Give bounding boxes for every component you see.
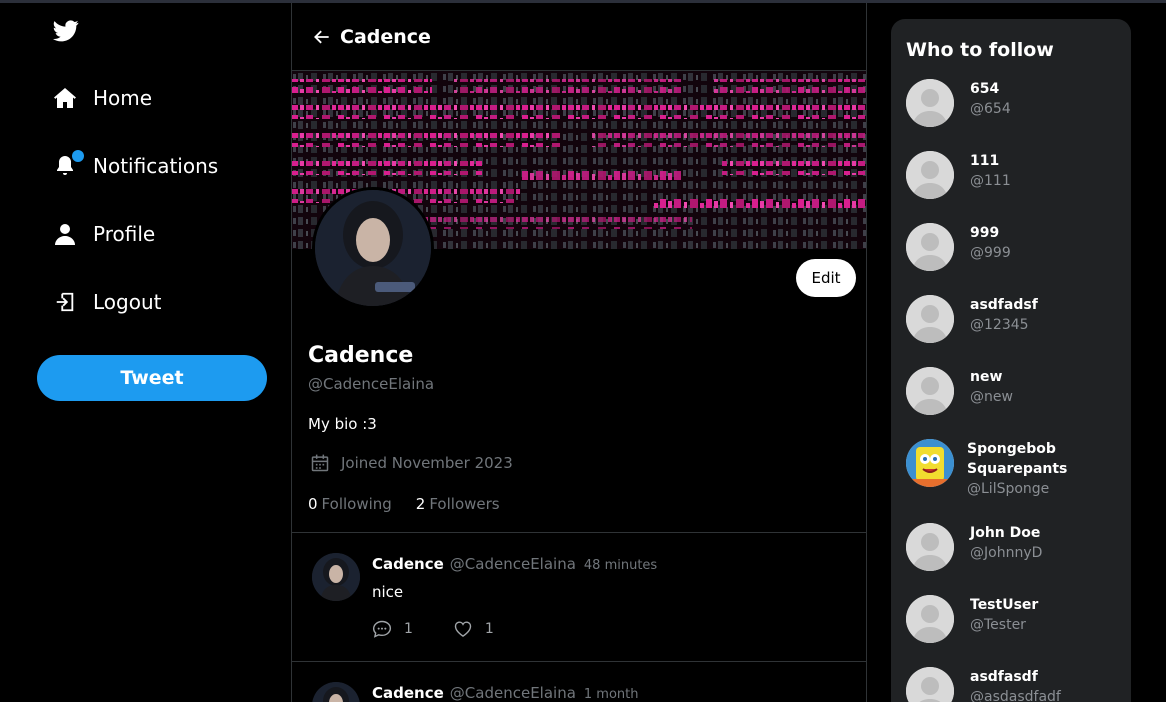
who-to-follow-panel: Who to follow 654 @654 111 @111 999 @999 asdfa… [891,19,1131,702]
who-to-follow-handle: @LilSponge [967,481,1050,497]
who-to-follow-name[interactable]: Spongebob Squarepants [967,439,1117,479]
who-to-follow-text: Spongebob Squarepants @LilSponge [967,439,1117,499]
tweet-header: Cadence @CadenceElaina 48 minutes [372,555,657,573]
who-to-follow-text: 654 @654 [970,79,1120,119]
who-to-follow-name[interactable]: John Doe [970,523,1120,543]
nav-item-logout[interactable]: Logout [52,282,161,322]
nav-item-home[interactable]: Home [52,78,152,118]
who-to-follow-text: asdfasdf @asdasdfadf [970,667,1120,702]
joined-text: Joined November 2023 [341,454,513,472]
who-to-follow-name[interactable]: 999 [970,223,1120,243]
tweet-timestamp: 48 minutes [583,558,658,573]
profile-header-bar: Cadence [292,3,866,71]
tweet-author-handle[interactable]: @CadenceElaina [450,555,576,573]
heart-icon [454,621,472,637]
tweet-item[interactable]: Cadence @CadenceElaina 48 minutes nice 1… [292,532,866,661]
who-to-follow-handle: @JohnnyD [970,545,1043,561]
bell-icon [52,150,84,179]
who-to-follow-handle: @12345 [970,317,1029,333]
following-label: Following [321,495,392,513]
default-avatar-icon[interactable] [906,523,954,571]
following-count: 0 [308,495,318,513]
who-to-follow-name[interactable]: asdfadsf [970,295,1120,315]
reply-count: 1 [404,621,413,637]
profile-name: Cadence [308,343,414,368]
default-avatar-icon[interactable] [906,667,954,702]
who-to-follow-text: asdfadsf @12345 [970,295,1120,335]
following-link[interactable]: 0 Following [308,495,392,513]
calendar-icon [311,454,329,472]
followers-label: Followers [429,495,500,513]
who-to-follow-handle: @new [970,389,1013,405]
who-to-follow-title: Who to follow [906,39,1054,61]
followers-link[interactable]: 2 Followers [416,495,500,513]
joined-date: Joined November 2023 [310,453,513,473]
user-avatar-image[interactable] [906,439,954,487]
tweet-actions: 1 1 [372,619,534,639]
profile-bio: My bio :3 [308,415,377,433]
who-to-follow-handle: @111 [970,173,1011,189]
who-to-follow-handle: @asdasdfadf [970,689,1061,702]
notification-badge-dot [72,150,84,162]
nav-label-logout: Logout [93,290,162,314]
tweet-author-name[interactable]: Cadence [372,684,444,702]
profile-avatar[interactable] [312,187,434,309]
who-to-follow-name[interactable]: 111 [970,151,1120,171]
who-to-follow-handle: @654 [970,101,1011,117]
back-arrow-icon[interactable] [312,27,332,47]
nav-label-notifications: Notifications [93,154,219,178]
who-to-follow-handle: @Tester [970,617,1026,633]
who-to-follow-name[interactable]: new [970,367,1120,387]
header-title: Cadence [340,25,431,48]
reply-button[interactable]: 1 [372,619,413,639]
follow-stats: 0 Following 2 Followers [308,495,524,513]
followers-count: 2 [415,495,426,513]
left-sidebar: Home Notifications Profile Logout Tweet [0,0,291,702]
who-to-follow-text: TestUser @Tester [970,595,1120,635]
who-to-follow-text: John Doe @JohnnyD [970,523,1120,563]
tweet-timestamp: 1 month [583,687,639,702]
tweet-avatar[interactable] [312,553,360,601]
tweet-header: Cadence @CadenceElaina 1 month [372,684,639,702]
default-avatar-icon[interactable] [906,595,954,643]
edit-profile-button[interactable]: Edit [796,259,856,297]
like-button[interactable]: 1 [453,619,494,639]
who-to-follow-name[interactable]: asdfasdf [970,667,1120,687]
tweet-button[interactable]: Tweet [37,355,267,401]
who-to-follow-name[interactable]: 654 [970,79,1120,99]
tweet-item[interactable]: Cadence @CadenceElaina 1 month [292,661,866,702]
tweet-author-name[interactable]: Cadence [372,555,444,573]
who-to-follow-text: new @new [970,367,1120,407]
user-icon [52,221,78,247]
default-avatar-icon[interactable] [906,151,954,199]
who-to-follow-text: 111 @111 [970,151,1120,191]
comment-icon [372,620,392,638]
like-count: 1 [484,621,494,637]
tweet-author-handle[interactable]: @CadenceElaina [450,684,576,702]
default-avatar-icon[interactable] [906,367,954,415]
logout-icon [52,289,78,315]
tweet-avatar[interactable] [312,682,360,702]
default-avatar-icon[interactable] [906,79,954,127]
nav-label-profile: Profile [93,222,156,246]
nav-item-notifications[interactable]: Notifications [52,146,218,186]
twitter-logo-icon[interactable] [53,19,79,43]
profile-main-column: Cadence Edit Cadence @CadenceElaina My b… [291,3,867,702]
home-icon [52,85,78,111]
nav-item-profile[interactable]: Profile [52,214,155,254]
default-avatar-icon[interactable] [906,223,954,271]
who-to-follow-handle: @999 [970,245,1011,261]
who-to-follow-name[interactable]: TestUser [970,595,1120,615]
tweet-text: nice [372,583,404,601]
who-to-follow-text: 999 @999 [970,223,1120,263]
default-avatar-icon[interactable] [906,295,954,343]
nav-label-home: Home [93,86,153,110]
profile-handle: @CadenceElaina [308,375,435,393]
